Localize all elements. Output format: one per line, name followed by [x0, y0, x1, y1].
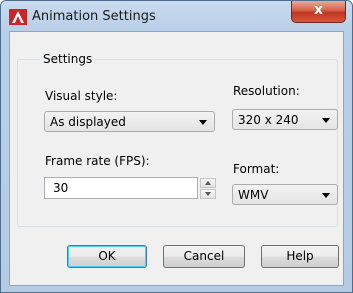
autocad-a-icon [9, 9, 27, 25]
help-button[interactable]: Help [261, 245, 339, 268]
resolution-dropdown[interactable]: 320 x 240 [232, 109, 338, 130]
chevron-down-icon [322, 118, 330, 123]
resolution-label: Resolution: [233, 84, 300, 98]
chevron-down-icon [322, 193, 330, 198]
window-title: Animation Settings [32, 9, 156, 24]
resolution-value: 320 x 240 [238, 113, 299, 127]
close-icon: x [313, 2, 324, 18]
visual-style-label: Visual style: [45, 89, 118, 103]
frame-rate-value: 30 [53, 181, 69, 195]
cancel-button[interactable]: Cancel [163, 245, 245, 268]
arrow-up-icon [205, 181, 211, 185]
visual-style-dropdown[interactable]: As displayed [44, 111, 215, 132]
title-bar[interactable]: Animation Settings x [1, 1, 352, 31]
frame-rate-input[interactable]: 30 [44, 177, 198, 199]
animation-settings-dialog: Animation Settings x Settings Visual sty… [0, 0, 353, 293]
settings-group-label: Settings [40, 52, 96, 66]
arrow-down-icon [205, 192, 211, 196]
close-button[interactable]: x [291, 1, 346, 23]
chevron-down-icon [199, 120, 207, 125]
ok-button[interactable]: OK [67, 245, 147, 268]
frame-rate-increment-button[interactable] [200, 178, 216, 188]
visual-style-value: As displayed [50, 115, 126, 129]
frame-rate-label: Frame rate (FPS): [45, 154, 150, 168]
frame-rate-decrement-button[interactable] [200, 189, 216, 199]
format-dropdown[interactable]: WMV [232, 184, 338, 205]
format-label: Format: [233, 162, 280, 176]
format-value: WMV [238, 188, 269, 202]
